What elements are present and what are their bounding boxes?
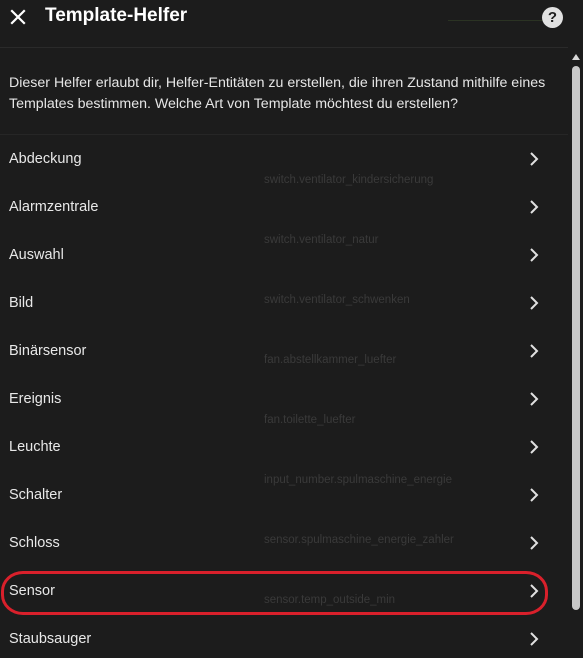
chevron-right-icon: [530, 440, 539, 454]
chevron-right-icon: [530, 200, 539, 214]
list-item-auswahl[interactable]: Auswahl: [0, 232, 568, 280]
list-item-label: Schloss: [9, 535, 60, 551]
list-item-label: Alarmzentrale: [9, 199, 99, 215]
list-item-bild[interactable]: Bild: [0, 280, 568, 328]
list-item-schloss[interactable]: Schloss: [0, 520, 568, 568]
chevron-right-icon: [530, 392, 539, 406]
list-item-label: Sensor: [9, 583, 55, 599]
chevron-right-icon: [530, 296, 539, 310]
dialog-content: Dieser Helfer erlaubt dir, Helfer-Entitä…: [0, 48, 568, 658]
chevron-right-icon: [530, 488, 539, 502]
chevron-right-icon: [530, 584, 539, 598]
list-item-label: Staubsauger: [9, 631, 92, 647]
header-divider: [448, 20, 543, 21]
chevron-right-icon: [530, 344, 539, 358]
list-item-sensor[interactable]: Sensor: [0, 568, 568, 616]
chevron-right-icon: [530, 632, 539, 646]
close-button[interactable]: [5, 4, 31, 30]
help-button[interactable]: ?: [542, 7, 563, 28]
template-type-list: Abdeckung Alarmzentrale Auswahl Bild Bin…: [0, 136, 568, 658]
list-item-schalter[interactable]: Schalter: [0, 472, 568, 520]
list-item-label: Schalter: [9, 487, 63, 503]
list-item-label: Abdeckung: [9, 151, 82, 167]
list-item-ereignis[interactable]: Ereignis: [0, 376, 568, 424]
chevron-right-icon: [530, 536, 539, 550]
list-item-label: Leuchte: [9, 439, 61, 455]
scroll-up-arrow-icon[interactable]: [572, 54, 580, 60]
chevron-right-icon: [530, 248, 539, 262]
list-item-label: Binärsensor: [9, 343, 87, 359]
list-item-staubsauger[interactable]: Staubsauger: [0, 616, 568, 658]
list-item-abdeckung[interactable]: Abdeckung: [0, 136, 568, 184]
list-item-leuchte[interactable]: Leuchte: [0, 424, 568, 472]
scrollbar-thumb[interactable]: [572, 66, 580, 610]
list-item-label: Ereignis: [9, 391, 62, 407]
dialog-header: Template-Helfer ?: [0, 0, 583, 36]
template-helper-dialog: Template-Helfer ? Dieser Helfer erlaubt …: [0, 0, 583, 658]
list-item-alarmzentrale[interactable]: Alarmzentrale: [0, 184, 568, 232]
close-icon: [10, 9, 26, 25]
help-circle-icon: ?: [547, 9, 558, 26]
list-item-binaersensor[interactable]: Binärsensor: [0, 328, 568, 376]
list-item-label: Auswahl: [9, 247, 64, 263]
list-item-label: Bild: [9, 295, 34, 311]
dialog-title: Template-Helfer: [45, 5, 188, 26]
description-divider: [0, 134, 568, 135]
dialog-description: Dieser Helfer erlaubt dir, Helfer-Entitä…: [9, 75, 546, 112]
chevron-right-icon: [530, 152, 539, 166]
